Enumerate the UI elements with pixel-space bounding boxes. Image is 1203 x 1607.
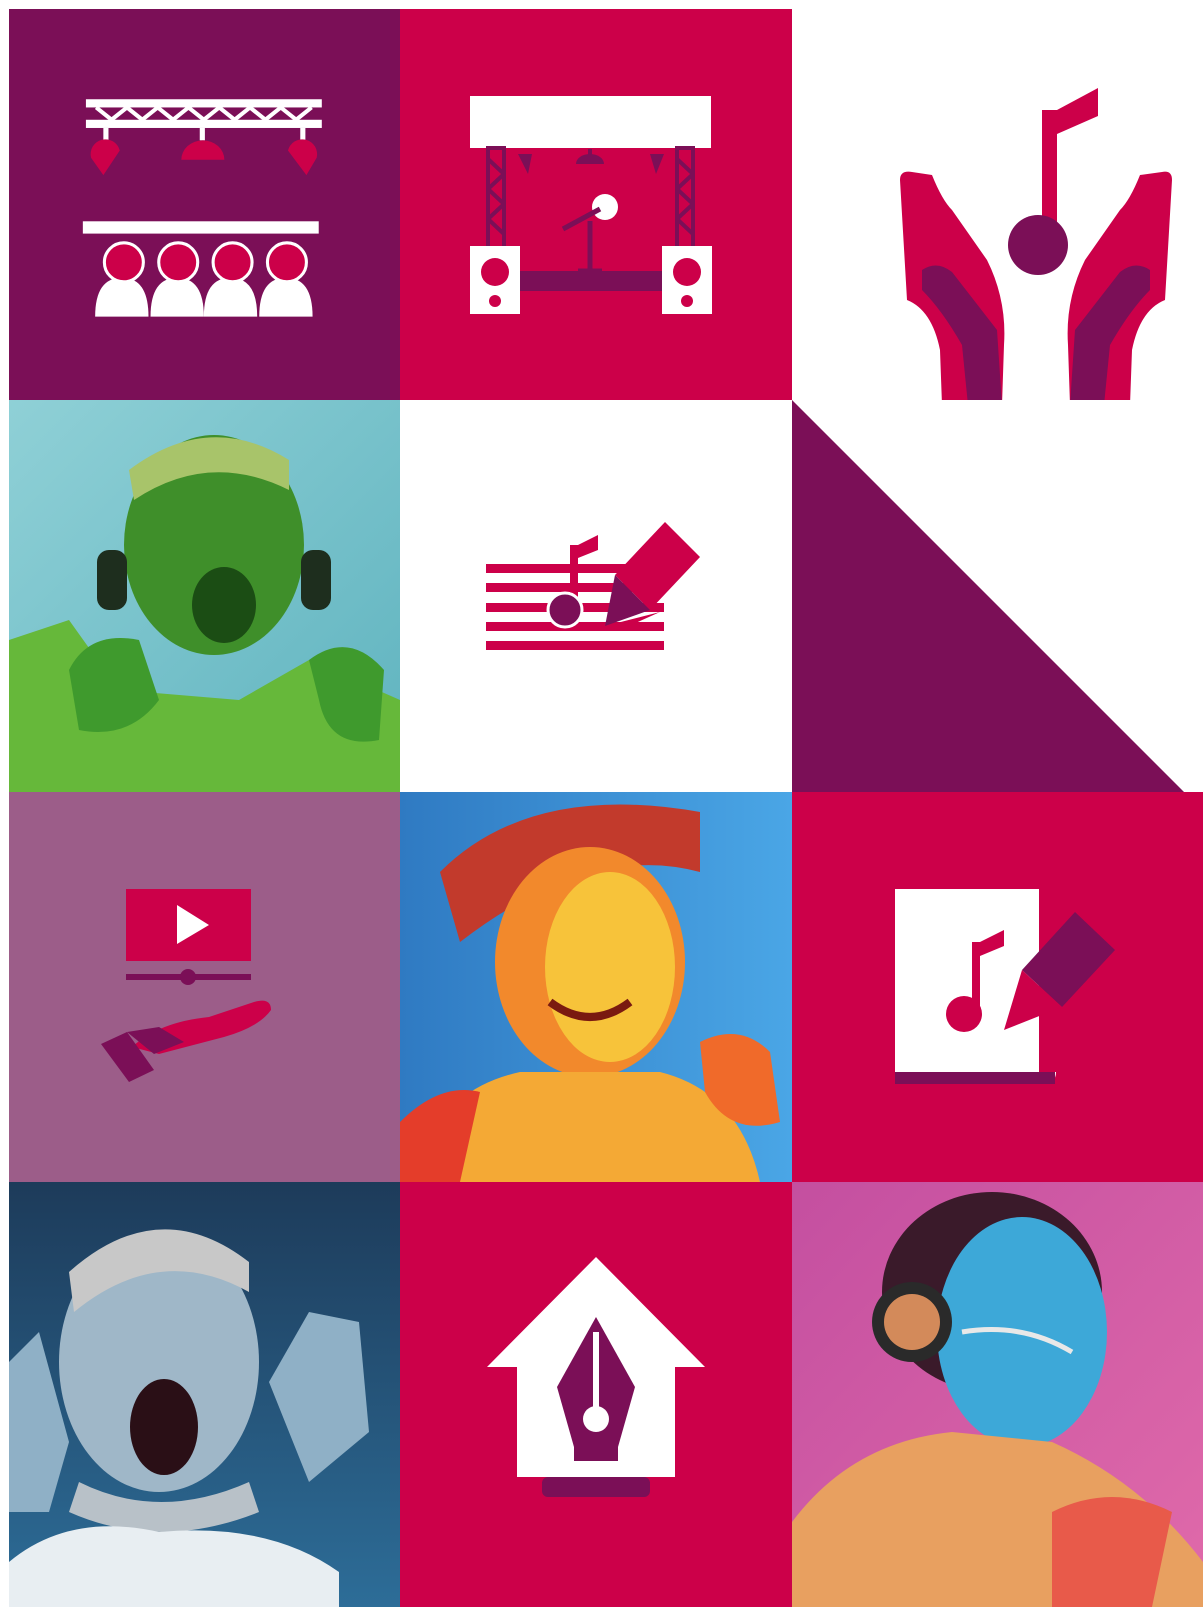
tile-video-hand bbox=[9, 792, 400, 1182]
concert-stage-audience-icon bbox=[82, 99, 322, 317]
tile-girl-cap bbox=[400, 792, 792, 1182]
stage-with-microphone-icon bbox=[470, 96, 712, 314]
tile-hands-music bbox=[792, 0, 1203, 400]
tile-concert-stage bbox=[9, 9, 410, 410]
tile-shouting-man bbox=[9, 1182, 400, 1607]
diagonal-triangle-graphic bbox=[792, 400, 1184, 792]
tile-triangle bbox=[792, 400, 1203, 792]
tile-man-headphones bbox=[9, 400, 400, 792]
shouting-man-photo bbox=[9, 1182, 400, 1607]
tile-music-composing bbox=[400, 400, 792, 792]
man-with-headphones-photo bbox=[9, 400, 400, 792]
girl-with-cap-photo bbox=[400, 792, 792, 1182]
house-with-pen-nib-icon bbox=[487, 1257, 705, 1497]
tile-stage-microphone bbox=[400, 9, 792, 400]
video-in-hand-icon bbox=[101, 889, 271, 1082]
tile-woman-headphones bbox=[792, 1182, 1203, 1607]
hands-holding-music-note-icon bbox=[900, 88, 1172, 400]
tile-house-pen bbox=[400, 1182, 792, 1607]
tile-music-sheet bbox=[792, 792, 1203, 1182]
music-composing-icon bbox=[486, 522, 700, 650]
woman-with-headphones-photo bbox=[792, 1182, 1203, 1607]
music-sheet-writing-icon bbox=[895, 889, 1115, 1084]
